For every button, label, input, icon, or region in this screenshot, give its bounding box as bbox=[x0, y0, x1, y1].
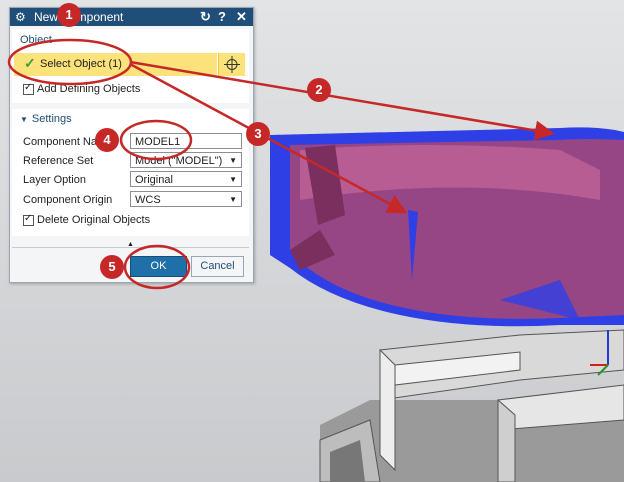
callout-ring bbox=[119, 119, 193, 161]
callout-badge-3: 3 bbox=[246, 122, 270, 146]
callout-ring bbox=[123, 244, 191, 290]
callout-badge-2: 2 bbox=[307, 78, 331, 102]
callout-badge-1: 1 bbox=[57, 3, 81, 27]
callout-overlay bbox=[7, 38, 555, 290]
callout-badge-4: 4 bbox=[95, 128, 119, 152]
callout-badge-5: 5 bbox=[100, 255, 124, 279]
callout-ring bbox=[7, 38, 133, 86]
